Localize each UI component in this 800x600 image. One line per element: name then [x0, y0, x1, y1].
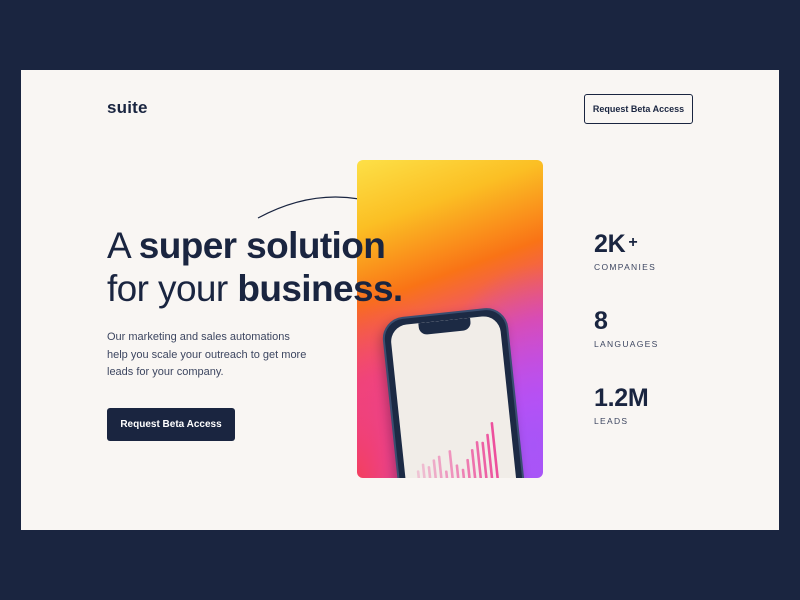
phone-screen [389, 314, 520, 478]
headline-line-2: for your business. [107, 267, 403, 310]
phone-chart-bar [475, 441, 483, 478]
phone-chart-bar [448, 450, 455, 478]
hero-description: Our marketing and sales automations help… [107, 331, 307, 378]
stat-value: 8 [594, 307, 659, 336]
phone-mockup [380, 305, 528, 478]
stat-value: 1.2M [594, 384, 649, 413]
hero-gradient-panel [357, 160, 543, 478]
headline-emphasis: business. [237, 268, 403, 309]
phone-chart-bar [432, 459, 439, 478]
request-beta-button[interactable]: Request Beta Access [107, 408, 235, 441]
headline-line-1: A super solution [107, 224, 403, 267]
phone-chart-bar [455, 464, 461, 478]
stat-value: 2K + [594, 230, 656, 259]
brand-logo[interactable]: suite [107, 98, 148, 118]
landing-card: suite Request Beta Access A super soluti… [21, 70, 779, 530]
stat-leads: 1.2M LEADS [594, 384, 649, 426]
stat-label: LANGUAGES [594, 339, 659, 349]
phone-chart-bar [466, 458, 472, 478]
stat-label: COMPANIES [594, 262, 657, 272]
phone-chart-bar [427, 466, 433, 478]
phone-chart-bar [421, 463, 428, 478]
stat-number: 8 [594, 307, 608, 335]
stat-number: 2K [594, 230, 626, 258]
phone-chart-bar [416, 470, 422, 478]
stat-label: LEADS [594, 416, 629, 426]
headline-emphasis: super solution [138, 225, 386, 266]
phone-chart-bar [437, 455, 444, 478]
phone-chart-bar [481, 441, 489, 478]
stat-suffix: + [628, 234, 638, 251]
phone-bar-chart [416, 422, 500, 478]
phone-notch [418, 317, 472, 336]
stat-number: 1.2M [594, 384, 649, 412]
phone-chart-bar [444, 470, 450, 478]
page-headline: A super solution for your business. [107, 224, 403, 310]
stat-companies: 2K + COMPANIES [594, 230, 656, 272]
stat-languages: 8 LANGUAGES [594, 307, 659, 349]
headline-text: for your [107, 268, 238, 309]
headline-text: A [107, 225, 139, 266]
phone-chart-bar [470, 449, 478, 478]
header-request-beta-button[interactable]: Request Beta Access [584, 94, 693, 124]
phone-chart-bar [461, 468, 467, 478]
